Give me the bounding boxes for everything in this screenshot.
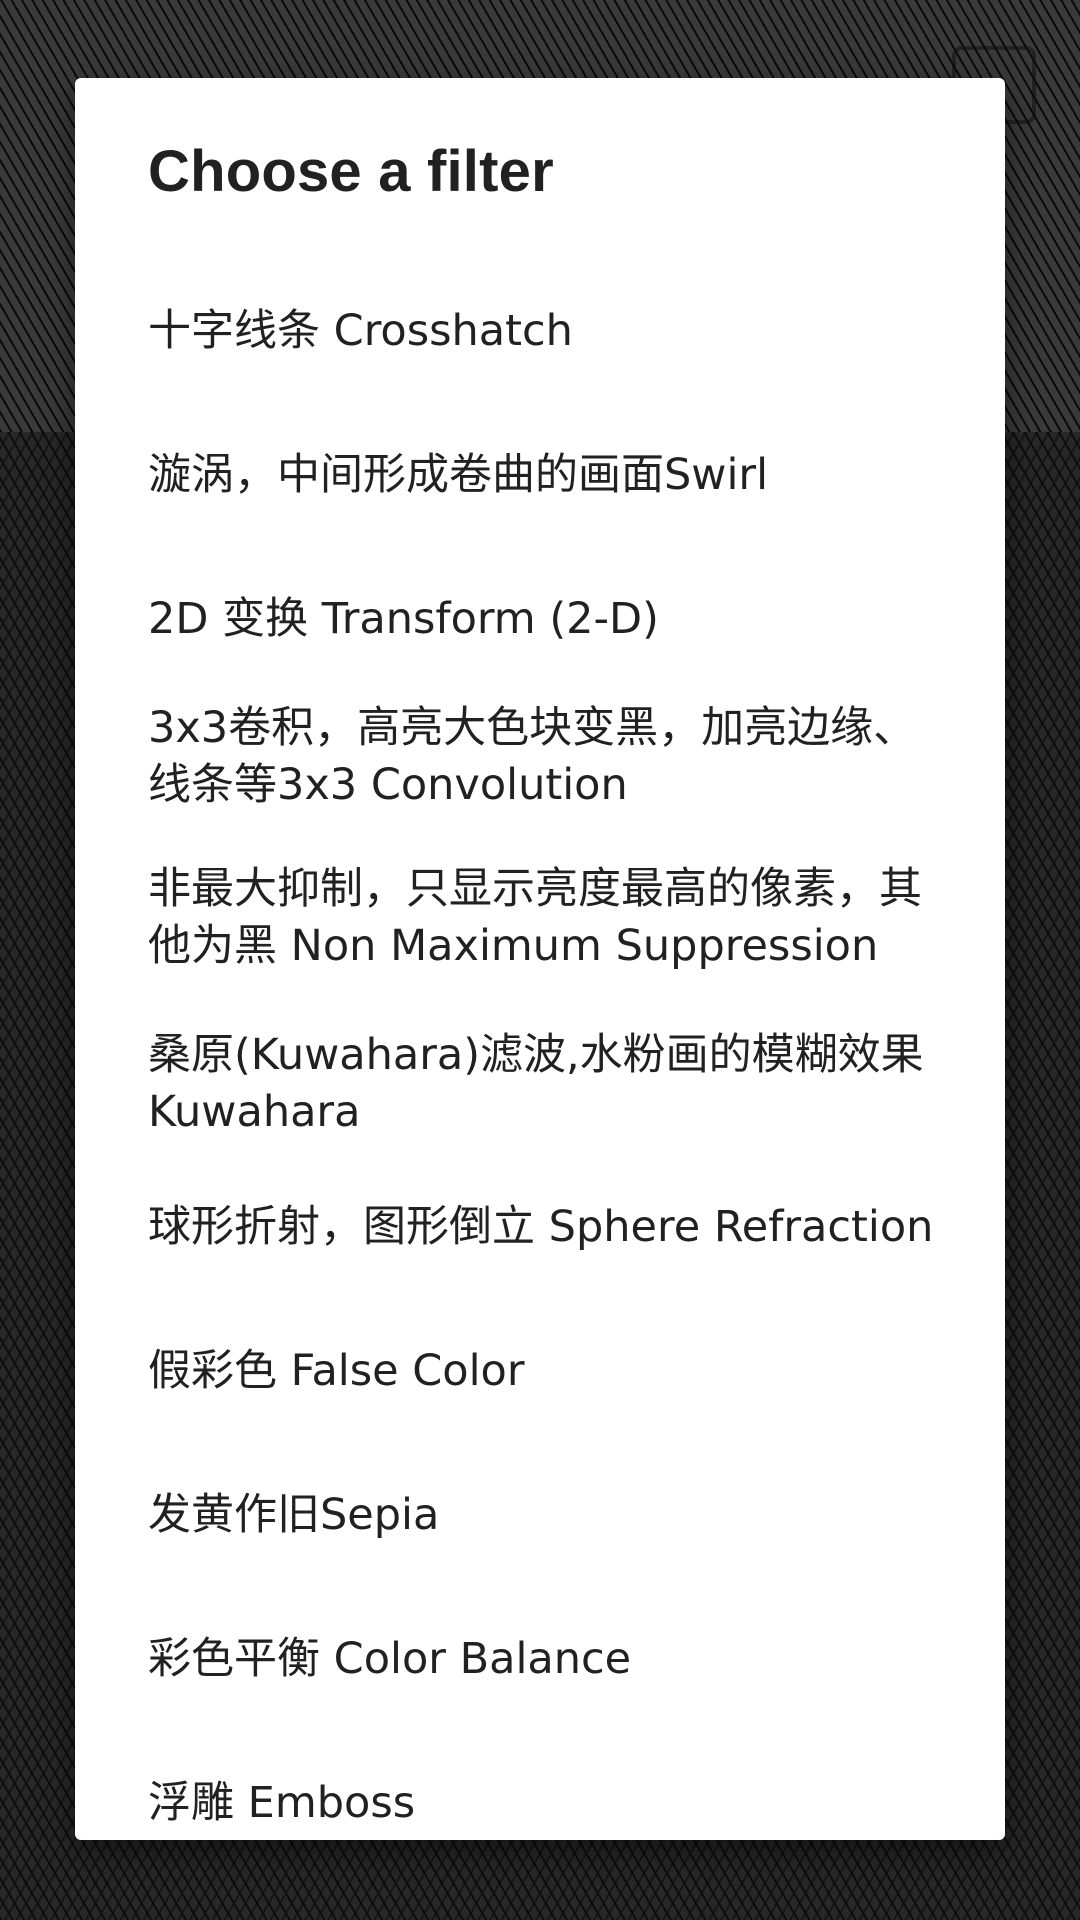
filter-item-sepia[interactable]: 发黄作旧Sepia — [75, 1443, 1005, 1587]
filter-item-crosshatch[interactable]: 十字线条 Crosshatch — [75, 259, 1005, 403]
filter-item-label: 非最大抑制，只显示亮度最高的像素，其他为黑 Non Maximum Suppre… — [148, 864, 922, 971]
filter-item-label: 球形折射，图形倒立 Sphere Refraction — [148, 1201, 934, 1252]
filter-item-label: 2D 变换 Transform (2-D) — [148, 593, 659, 644]
filter-item-non-maximum-suppression[interactable]: 非最大抑制，只显示亮度最高的像素，其他为黑 Non Maximum Suppre… — [75, 823, 1005, 1013]
filter-item-label: 发黄作旧Sepia — [148, 1489, 440, 1540]
filter-item-label: 浮雕 Emboss — [148, 1777, 416, 1828]
filter-item-label: 桑原(Kuwahara)滤波,水粉画的模糊效果 Kuwahara — [148, 1030, 924, 1137]
filter-item-sphere-refraction[interactable]: 球形折射，图形倒立 Sphere Refraction — [75, 1155, 1005, 1299]
filter-item-label: 假彩色 False Color — [148, 1345, 525, 1396]
filter-item-color-balance[interactable]: 彩色平衡 Color Balance — [75, 1587, 1005, 1731]
filter-item-label: 3x3卷积，高亮大色块变黑，加亮边缘、线条等3x3 Convolution — [148, 703, 917, 810]
filter-item-emboss[interactable]: 浮雕 Emboss — [75, 1731, 1005, 1840]
filter-chooser-dialog: Choose a filter 十字线条 Crosshatch 漩涡，中间形成卷… — [75, 78, 1005, 1840]
filter-item-label: 漩涡，中间形成卷曲的画面Swirl — [148, 449, 769, 500]
dialog-title: Choose a filter — [148, 139, 554, 204]
filter-item-false-color[interactable]: 假彩色 False Color — [75, 1299, 1005, 1443]
filter-item-swirl[interactable]: 漩涡，中间形成卷曲的画面Swirl — [75, 403, 1005, 547]
filter-item-label: 十字线条 Crosshatch — [148, 305, 573, 356]
filter-item-convolution[interactable]: 3x3卷积，高亮大色块变黑，加亮边缘、线条等3x3 Convolution — [75, 691, 1005, 823]
filter-list: 十字线条 Crosshatch 漩涡，中间形成卷曲的画面Swirl 2D 变换 … — [75, 259, 1005, 1840]
filter-item-kuwahara[interactable]: 桑原(Kuwahara)滤波,水粉画的模糊效果 Kuwahara — [75, 1013, 1005, 1155]
filter-item-label: 彩色平衡 Color Balance — [148, 1633, 632, 1684]
filter-item-transform-2d[interactable]: 2D 变换 Transform (2-D) — [75, 547, 1005, 691]
